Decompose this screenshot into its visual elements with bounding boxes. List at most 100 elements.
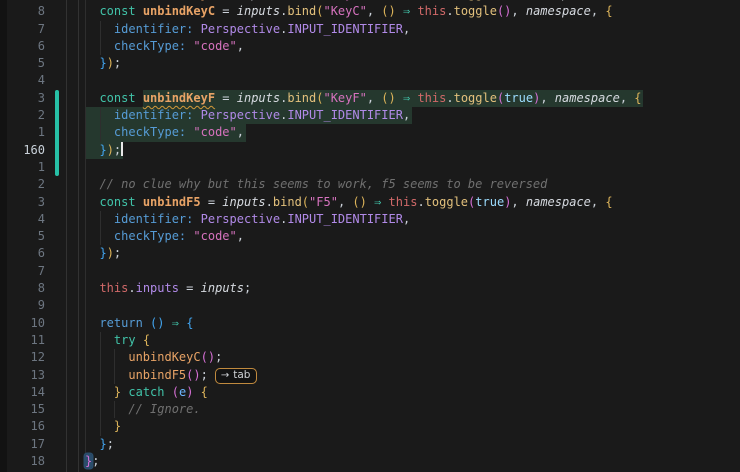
code-line[interactable]: 16 } <box>0 418 740 435</box>
token-pun: , <box>511 195 525 209</box>
token-bp: ( <box>172 385 179 399</box>
line-number[interactable]: 2 <box>0 176 45 193</box>
code-line[interactable]: 11 try { <box>0 332 740 349</box>
code-line[interactable]: 4 identifier: Perspective.INPUT_IDENTIFI… <box>0 211 740 228</box>
token-this: this <box>99 281 128 295</box>
line-number[interactable]: 8 <box>0 3 45 20</box>
line-number[interactable]: 6 <box>0 38 45 55</box>
code-line[interactable]: 17 }; <box>0 436 740 453</box>
token-ws <box>85 212 114 226</box>
line-number[interactable]: 6 <box>0 245 45 262</box>
code-line[interactable]: 3 const unbindKeyF = inputs.bind("KeyF",… <box>0 90 740 107</box>
token-pun: , <box>367 0 381 1</box>
line-number[interactable]: 5 <box>0 55 45 72</box>
token-pun: ; <box>114 56 121 70</box>
code-line[interactable]: 7 identifier: Perspective.INPUT_IDENTIFI… <box>0 21 740 38</box>
token-var: inputs <box>237 91 280 105</box>
line-number[interactable]: 13 <box>0 367 45 384</box>
line-number[interactable]: 5 <box>0 228 45 245</box>
line-number[interactable]: 7 <box>0 21 45 38</box>
code-line[interactable]: 1 <box>0 159 740 176</box>
line-number[interactable]: 17 <box>0 436 45 453</box>
code-line[interactable]: 10 return () ⇒ { <box>0 315 740 332</box>
token-fn: unbindKeyC <box>128 350 200 364</box>
token-str: "KeyC" <box>323 0 366 1</box>
line-number[interactable]: 4 <box>0 72 45 89</box>
line-number[interactable]: 1 <box>0 124 45 141</box>
line-number[interactable]: 4 <box>0 211 45 228</box>
token-pun <box>367 195 374 209</box>
token-pun: , <box>591 0 605 1</box>
tab-hint-badge[interactable]: →tab <box>215 368 258 384</box>
code-editor[interactable]: const unbindKeyC = inputs.bind("KeyC", (… <box>0 0 740 472</box>
code-line[interactable]: 12 unbindKeyC(); <box>0 349 740 366</box>
token-var: namespace <box>526 195 591 209</box>
code-line-text: checkType: "code", <box>85 38 244 55</box>
line-number[interactable]: 3 <box>0 90 45 107</box>
text-cursor <box>121 142 123 156</box>
line-number[interactable]: 2 <box>0 107 45 124</box>
code-line[interactable]: 6 }); <box>0 245 740 262</box>
line-number[interactable]: 18 <box>0 453 45 470</box>
line-number[interactable]: 7 <box>0 263 45 280</box>
code-line[interactable]: 9 <box>0 297 740 314</box>
token-ws <box>85 350 128 364</box>
code-line-text: }); <box>85 142 123 159</box>
token-mod: Perspective <box>201 108 280 122</box>
line-number[interactable]: 8 <box>0 280 45 297</box>
code-line[interactable]: 7 <box>0 263 740 280</box>
token-bg: () <box>381 91 395 105</box>
code-line[interactable]: 15 // Ignore. <box>0 401 740 418</box>
line-number[interactable]: 10 <box>0 315 45 332</box>
token-pun: , <box>403 22 410 36</box>
code-line[interactable]: 5 }); <box>0 55 740 72</box>
token-prop: checkType: <box>114 229 186 243</box>
code-line-text: unbindF5();→tab <box>85 367 257 384</box>
token-bg: { <box>201 385 208 399</box>
token-pun: , <box>591 195 605 209</box>
line-number[interactable]: 3 <box>0 194 45 211</box>
token-cmt: // Ignore. <box>128 402 200 416</box>
active-line-number[interactable]: 160 <box>0 142 45 159</box>
code-line[interactable]: 160 }); <box>0 142 740 159</box>
token-bg: { <box>605 4 612 18</box>
token-meth: toggle <box>454 91 497 105</box>
token-ws <box>85 385 114 399</box>
line-number[interactable]: 12 <box>0 349 45 366</box>
code-line[interactable]: 2 // no clue why but this seems to work,… <box>0 176 740 193</box>
line-number[interactable]: 14 <box>0 384 45 401</box>
token-prop: identifier: <box>114 108 193 122</box>
token-meth: toggle <box>454 4 497 18</box>
git-gutter-indicator[interactable] <box>55 90 59 177</box>
token-kw: const <box>99 4 142 18</box>
token-ws <box>85 91 99 105</box>
token-ws <box>85 437 99 451</box>
code-line[interactable]: 18}; <box>0 453 740 470</box>
token-meth: bind <box>287 4 316 18</box>
line-number[interactable]: 15 <box>0 401 45 418</box>
code-line[interactable]: 5 checkType: "code", <box>0 228 740 245</box>
code-line[interactable]: 8 const unbindKeyC = inputs.bind("KeyC",… <box>0 3 740 20</box>
tab-hint-label: tab <box>233 369 250 381</box>
code-line[interactable]: 14 } catch (e) { <box>0 384 740 401</box>
line-number[interactable]: 11 <box>0 332 45 349</box>
token-bg: { <box>634 91 641 105</box>
line-number[interactable]: 1 <box>0 159 45 176</box>
code-line[interactable]: 2 identifier: Perspective.INPUT_IDENTIFI… <box>0 107 740 124</box>
token-bg: ) <box>107 246 114 260</box>
token-pun: , <box>591 4 605 18</box>
token-pun: , <box>403 108 410 122</box>
token-bp: () <box>186 368 200 382</box>
code-line[interactable]: 6 checkType: "code", <box>0 38 740 55</box>
token-bp: () <box>497 0 511 1</box>
code-line[interactable]: 8 this.inputs = inputs; <box>0 280 740 297</box>
line-number[interactable]: 16 <box>0 418 45 435</box>
code-line[interactable]: 4 <box>0 72 740 89</box>
token-pun: ; <box>215 350 222 364</box>
code-line-text: // no clue why but this seems to work, f… <box>85 176 547 193</box>
token-this: this <box>417 91 446 105</box>
code-line[interactable]: 3 const unbindF5 = inputs.bind("F5", () … <box>0 194 740 211</box>
code-line[interactable]: 13 unbindF5();→tab <box>0 367 740 384</box>
line-number[interactable]: 9 <box>0 297 45 314</box>
code-line[interactable]: 1 checkType: "code", <box>0 124 740 141</box>
